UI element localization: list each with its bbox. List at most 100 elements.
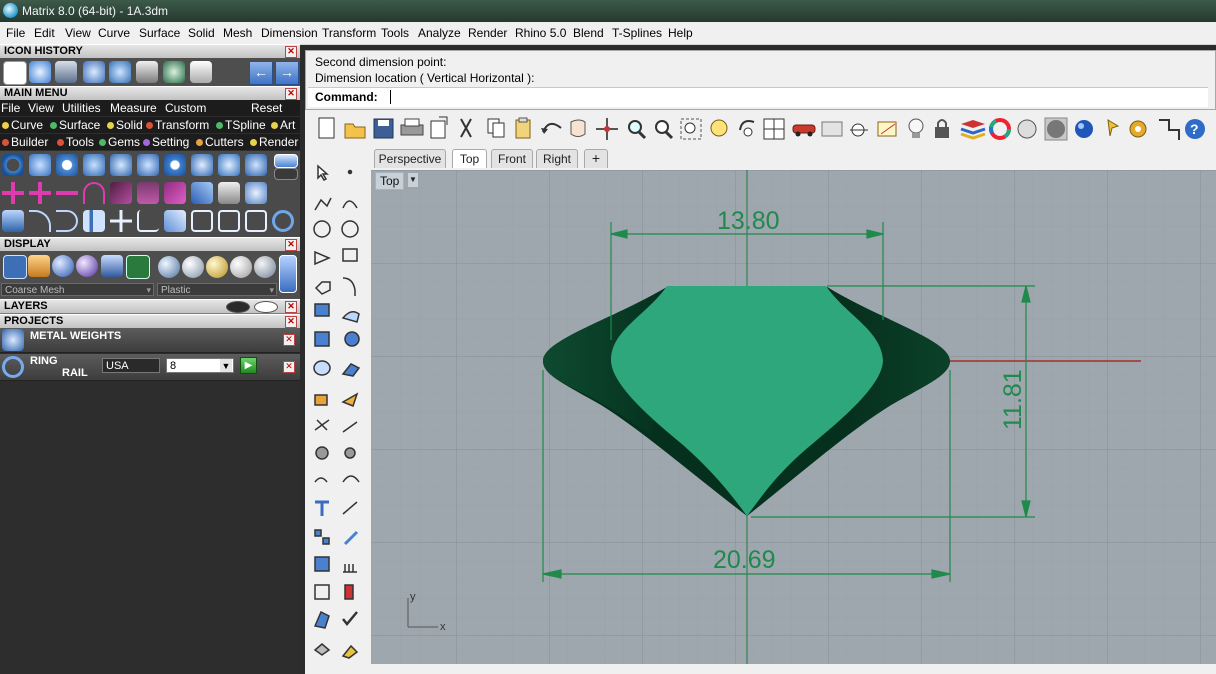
scale-icon[interactable] — [137, 210, 159, 232]
layers-header[interactable]: LAYERS ✕ — [0, 299, 300, 314]
car-icon[interactable] — [792, 124, 816, 137]
menu-help[interactable]: Help — [668, 26, 693, 40]
pave-icon[interactable] — [136, 61, 158, 83]
move-icon[interactable] — [110, 210, 132, 232]
menu-view[interactable]: View — [65, 26, 91, 40]
cut-icon[interactable] — [245, 210, 267, 232]
close-icon[interactable]: ✕ — [285, 239, 297, 251]
chevron-down-icon[interactable]: ▼ — [408, 173, 418, 187]
zoom-icon[interactable] — [628, 120, 647, 140]
undo-icon[interactable] — [541, 122, 562, 134]
properties-icon[interactable] — [821, 121, 843, 137]
four-viewports-icon[interactable] — [763, 118, 785, 140]
osnap-icon[interactable] — [877, 121, 897, 137]
toggle-off-icon[interactable] — [274, 168, 298, 180]
play-icon[interactable]: ▶ — [240, 357, 257, 374]
category-cutters[interactable]: Cutters — [196, 135, 244, 149]
metal-sphere-icon[interactable] — [1044, 117, 1068, 141]
material-icon[interactable] — [158, 256, 180, 278]
copy-icon[interactable] — [487, 118, 505, 138]
main-menu-custom[interactable]: Custom — [165, 101, 206, 115]
category-gems[interactable]: Gems — [99, 135, 140, 149]
layer-icon[interactable] — [960, 120, 986, 140]
open-icon[interactable] — [344, 123, 366, 139]
category-setting[interactable]: Setting — [143, 135, 189, 149]
pave-tool-icon[interactable] — [218, 182, 240, 204]
category-transform[interactable]: Transform — [146, 118, 209, 132]
main-menu-utilities[interactable]: Utilities — [62, 101, 101, 115]
add-point-icon[interactable] — [2, 182, 24, 204]
viewport-title[interactable]: Top — [375, 172, 405, 190]
prong-head-icon[interactable] — [110, 154, 132, 176]
menu-edit[interactable]: Edit — [34, 26, 55, 40]
head-icon[interactable] — [83, 154, 105, 176]
pendant-icon[interactable] — [218, 154, 240, 176]
gem-icon[interactable] — [83, 61, 105, 83]
tab-top[interactable]: Top — [452, 149, 487, 168]
chain-icon[interactable] — [137, 182, 159, 204]
shaded-icon[interactable] — [52, 255, 74, 277]
light-icon[interactable] — [908, 118, 924, 138]
eye-icon[interactable] — [254, 301, 278, 313]
category-render[interactable]: Render — [250, 135, 298, 149]
history-back-icon[interactable]: ← — [249, 61, 273, 85]
main-menu-view[interactable]: View — [28, 101, 54, 115]
ring-tool-icon[interactable] — [2, 154, 24, 176]
point-icon[interactable] — [850, 123, 868, 137]
close-icon[interactable]: ✕ — [285, 46, 297, 58]
new-icon[interactable] — [318, 117, 335, 139]
ring-size-select[interactable]: 8 ▼ — [166, 358, 234, 373]
flow-icon[interactable] — [164, 210, 186, 232]
scatter-icon[interactable] — [110, 182, 132, 204]
menu-dimension[interactable]: Dimension — [261, 26, 318, 40]
prong-icon[interactable] — [109, 61, 131, 83]
circle-icon[interactable] — [272, 210, 294, 232]
insert-point-icon[interactable] — [29, 182, 51, 204]
history-forward-icon[interactable]: → — [275, 61, 299, 85]
remove-point-icon[interactable] — [56, 182, 78, 204]
tab-front[interactable]: Front — [491, 149, 533, 168]
ring-wizard-icon[interactable] — [29, 154, 51, 176]
viewport-canvas[interactable]: 13.80 11.81 20.69 y x — [371, 170, 1216, 664]
toggle-icon[interactable] — [274, 154, 298, 168]
check-icon[interactable] — [163, 61, 185, 83]
help-icon[interactable]: ? — [1185, 119, 1205, 139]
menu-rhino5[interactable]: Rhino 5.0 — [515, 26, 566, 40]
new-file-icon[interactable] — [3, 61, 27, 85]
render-sphere-icon[interactable] — [1075, 120, 1093, 138]
menu-tools[interactable]: Tools — [381, 26, 409, 40]
mesh-quality-select[interactable]: Coarse Mesh ▾ — [1, 283, 154, 296]
shaded-sphere-icon[interactable] — [1017, 119, 1037, 139]
menu-surface[interactable]: Surface — [139, 26, 180, 40]
material-select[interactable]: Plastic ▾ — [157, 283, 277, 296]
zoom-window-icon[interactable] — [655, 120, 674, 140]
rendered-icon[interactable] — [76, 255, 98, 277]
eye-closed-icon[interactable] — [226, 301, 250, 313]
dimension-label-bottom[interactable]: 20.69 — [713, 546, 776, 574]
add-tab-icon[interactable]: + — [584, 149, 608, 168]
save-icon[interactable] — [55, 61, 77, 83]
menu-solid[interactable]: Solid — [188, 26, 215, 40]
print-icon[interactable] — [400, 118, 424, 136]
category-tools[interactable]: Tools — [57, 135, 94, 149]
arc-icon[interactable] — [83, 182, 105, 204]
split-icon[interactable] — [83, 210, 105, 232]
settings-icon[interactable] — [1129, 120, 1147, 138]
category-art[interactable]: Art — [271, 118, 295, 132]
menu-analyze[interactable]: Analyze — [418, 26, 461, 40]
wireframe-sphere-icon[interactable] — [182, 256, 204, 278]
cplane-icon[interactable] — [28, 255, 50, 277]
close-icon[interactable]: ✕ — [283, 334, 295, 346]
earring-icon[interactable] — [245, 154, 267, 176]
tab-perspective[interactable]: Perspective — [374, 149, 446, 168]
rotate-icon[interactable] — [739, 120, 755, 137]
grid-icon[interactable] — [3, 255, 27, 279]
close-icon[interactable]: ✕ — [285, 316, 297, 328]
close-icon[interactable]: ✕ — [285, 301, 297, 313]
bezel-icon[interactable] — [137, 154, 159, 176]
main-menu-reset[interactable]: Reset — [251, 101, 282, 115]
pan-icon[interactable] — [570, 119, 586, 137]
display-toggle-icon[interactable] — [279, 255, 297, 293]
close-icon[interactable]: ✕ — [285, 88, 297, 100]
pointer-options-icon[interactable] — [1107, 119, 1120, 137]
